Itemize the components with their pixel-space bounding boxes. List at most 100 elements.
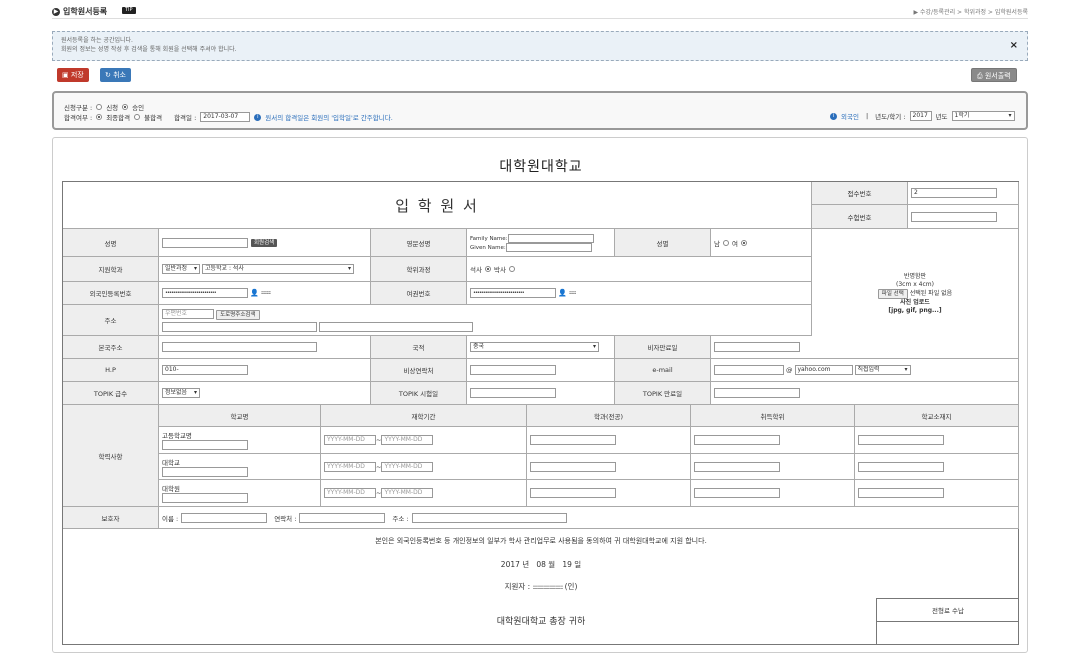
page-title-text: 입학원서등록	[63, 7, 108, 16]
exam-no-input[interactable]	[911, 211, 997, 222]
save-button[interactable]: ▣ 저장	[57, 68, 89, 82]
page-title: ▶ 입학원서등록	[52, 6, 107, 17]
topik-level-select[interactable]: 정보없음	[162, 388, 200, 398]
university-input[interactable]	[162, 466, 248, 477]
email-id-input[interactable]	[714, 365, 784, 375]
info-icon: i	[830, 112, 837, 120]
family-name-label: Family Name:	[470, 235, 508, 242]
email-label: e-mail	[615, 359, 711, 382]
dept-label: 지원학과	[63, 257, 159, 282]
university-label: 대학교	[162, 458, 180, 467]
topik-level-label: TOPIK 급수	[63, 382, 159, 405]
grad-degree-input[interactable]	[694, 488, 780, 498]
email-domain-select[interactable]: 직접입력	[854, 365, 911, 375]
year-label: 년도/학기 :	[875, 113, 906, 121]
fail-radio[interactable]	[134, 114, 141, 120]
person-icon: 👤	[250, 289, 259, 297]
address-input-2[interactable]	[319, 321, 474, 332]
guardian-name-label: 이름 :	[162, 514, 179, 523]
course-select[interactable]: 일반과정	[162, 264, 200, 274]
nationality-label: 국적	[371, 336, 467, 359]
male-radio[interactable]	[722, 239, 729, 246]
save-icon: ▣	[62, 71, 69, 79]
semester-select[interactable]: 1학기	[951, 111, 1015, 121]
guardian-contact-input[interactable]	[299, 512, 386, 523]
hs-degree-input[interactable]	[694, 435, 780, 445]
name-input[interactable]	[162, 237, 248, 248]
emergency-input[interactable]	[470, 365, 556, 375]
univ-major-input[interactable]	[530, 461, 616, 472]
grad-school-input[interactable]	[162, 493, 248, 503]
zip-input[interactable]: 우편번호	[162, 308, 214, 319]
hs-location-input[interactable]	[858, 435, 944, 445]
date-day: 19	[562, 560, 572, 569]
hs-end-date[interactable]: YYYY-MM-DD	[381, 435, 434, 445]
final-pass-label: 최종합격	[106, 114, 131, 122]
member-search-button[interactable]: 회원검색	[251, 238, 278, 247]
approve-radio[interactable]	[122, 104, 129, 110]
info-line-1: 원서등록을 하는 공간입니다.	[61, 37, 133, 44]
apply-radio[interactable]	[96, 104, 103, 110]
address-label: 주소	[63, 305, 159, 336]
final-pass-radio[interactable]	[96, 114, 103, 120]
passport-no-input[interactable]: ••••••••••••••••••••••••••	[470, 288, 556, 298]
grad-start-date[interactable]: YYYY-MM-DD	[324, 488, 376, 498]
family-name-input[interactable]	[507, 233, 594, 243]
file-select-button[interactable]: 파일 선택	[877, 288, 908, 299]
arrow-circle-icon: ▶	[52, 7, 60, 16]
home-address-input[interactable]	[162, 342, 317, 352]
gender-label: 성별	[615, 229, 711, 257]
year-suffix: 년도	[935, 113, 948, 121]
address-inputs-row	[162, 321, 474, 332]
email-domain-input[interactable]: yahoo.com	[794, 365, 853, 375]
female-radio[interactable]	[740, 239, 747, 246]
given-name-input[interactable]	[505, 242, 592, 252]
foreigner-link[interactable]: 외국인	[841, 111, 859, 121]
fail-label: 불합격	[144, 114, 163, 122]
cancel-button[interactable]: ↻ 취소	[100, 68, 131, 82]
univ-end-date[interactable]: YYYY-MM-DD	[381, 461, 434, 472]
home-address-label: 본국주소	[63, 336, 159, 359]
year-select[interactable]: 2017	[909, 111, 932, 121]
consent-text: 본인은 외국인등록번호 등 개인정보의 일부가 학사 관리업무로 사용됨을 동의…	[375, 537, 707, 545]
guardian-address-input[interactable]	[411, 512, 567, 523]
print-button[interactable]: ⎙ 원서출력	[971, 68, 1017, 82]
grad-major-input[interactable]	[530, 488, 616, 498]
univ-degree-input[interactable]	[694, 461, 780, 472]
high-school-input[interactable]	[162, 440, 248, 450]
hp-input[interactable]: 010-	[162, 365, 248, 375]
nationality-select[interactable]: 중국	[470, 342, 599, 352]
pass-date-input[interactable]: 2017-03-07	[200, 112, 251, 122]
hs-start-date[interactable]: YYYY-MM-DD	[324, 435, 376, 445]
dept-select[interactable]: 고등학교 : 석사	[202, 264, 354, 274]
grad-location-input[interactable]	[858, 488, 944, 498]
condition-panel: 신청구분 : 신청 승인 합격여부 : 최종합격 불합격 합격일 : 2017-…	[52, 91, 1028, 130]
receipt-no-input[interactable]: 2	[911, 188, 997, 198]
photo-dim-label: (3cm x 4cm)	[896, 280, 934, 288]
road-address-search-button[interactable]: 도로명주소검색	[216, 309, 260, 320]
address-input-1[interactable]	[162, 321, 317, 332]
visa-expiry-input[interactable]	[714, 342, 800, 352]
guardian-name-input[interactable]	[181, 512, 268, 523]
male-label: 남	[714, 239, 720, 248]
applicant-label: 지원자 :	[504, 582, 531, 591]
univ-location-input[interactable]	[858, 461, 944, 472]
topik-expiry-input[interactable]	[714, 388, 800, 398]
master-label: 석사	[470, 266, 482, 274]
grad-end-date[interactable]: YYYY-MM-DD	[381, 488, 434, 498]
close-icon[interactable]: ×	[1010, 41, 1018, 51]
visa-expiry-label: 비자만료일	[615, 336, 711, 359]
alien-no-input[interactable]: ••••••••••••••••••••••••••	[162, 288, 248, 298]
emergency-label: 비상연락처	[371, 359, 467, 382]
master-radio[interactable]	[484, 266, 491, 272]
masked-alien-no: ::::::::::::::	[260, 290, 272, 296]
doctor-radio[interactable]	[508, 266, 515, 272]
year-unit: 년	[522, 560, 530, 569]
univ-start-date[interactable]: YYYY-MM-DD	[324, 461, 376, 472]
hs-major-input[interactable]	[530, 435, 616, 445]
tip-badge[interactable]: TIP	[122, 7, 136, 14]
apply-date: 2017 년 08 월 19 일	[63, 559, 1019, 570]
topik-date-input[interactable]	[470, 388, 556, 398]
print-label: 원서출력	[984, 72, 1011, 80]
photo-file-row: 파일 선택 선택된 파일 없음	[877, 288, 952, 299]
